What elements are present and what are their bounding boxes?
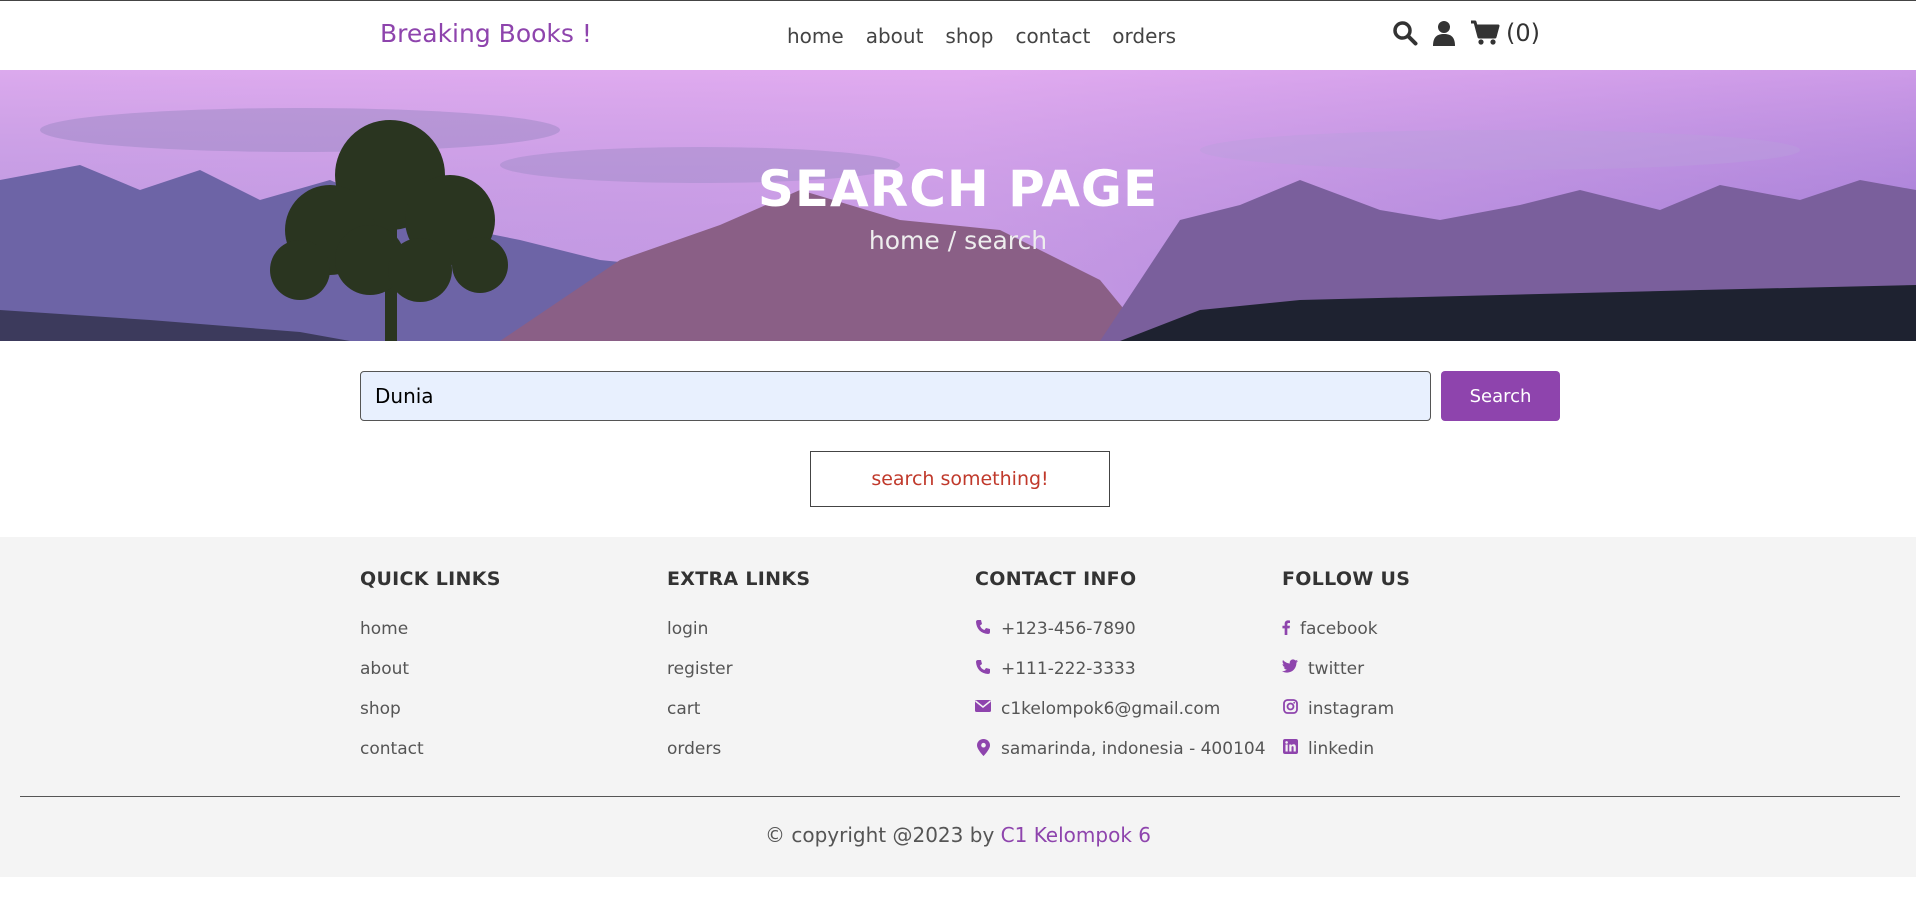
search-icon[interactable] (1392, 20, 1418, 46)
contact-email[interactable]: c1kelompok6@gmail.com (975, 699, 1266, 739)
search-input[interactable] (360, 371, 1431, 421)
linkedin-icon (1282, 739, 1298, 754)
footer-heading: FOLLOW US (1282, 568, 1411, 590)
social-twitter-label: twitter (1308, 659, 1365, 679)
breadcrumb: home / search (868, 226, 1048, 255)
nav-about[interactable]: about (866, 24, 924, 48)
contact-address: samarinda, indonesia - 400104 (975, 739, 1266, 779)
map-marker-icon (975, 739, 991, 756)
empty-message: search something! (810, 451, 1110, 507)
contact-phone-1[interactable]: +123-456-7890 (975, 619, 1266, 659)
contact-phone-1-text: +123-456-7890 (1001, 619, 1136, 639)
footer-quick-links: QUICK LINKS home about shop contact (360, 568, 501, 779)
copyright: © copyright @2023 by C1 Kelompok 6 (0, 823, 1916, 847)
footer-contact-info: CONTACT INFO +123-456-7890 +111-222-3333… (975, 568, 1266, 779)
instagram-icon (1282, 699, 1298, 714)
footer-link-about[interactable]: about (360, 659, 501, 699)
twitter-icon (1282, 659, 1298, 673)
nav-shop[interactable]: shop (945, 24, 993, 48)
search-button[interactable]: Search (1441, 371, 1560, 421)
hero-banner: SEARCH PAGE home / search (0, 70, 1916, 341)
nav-home[interactable]: home (787, 24, 844, 48)
main-nav: home about shop contact orders (787, 24, 1176, 48)
cart-count[interactable]: (0) (1506, 19, 1540, 47)
social-linkedin-label: linkedin (1308, 739, 1375, 759)
social-linkedin[interactable]: linkedin (1282, 739, 1410, 779)
page-title: SEARCH PAGE (757, 160, 1159, 218)
contact-address-text: samarinda, indonesia - 400104 (1001, 739, 1266, 759)
footer-link-shop[interactable]: shop (360, 699, 501, 739)
copyright-text: © copyright @2023 by (765, 823, 995, 847)
footer-link-login[interactable]: login (667, 619, 810, 659)
contact-phone-2[interactable]: +111-222-3333 (975, 659, 1266, 699)
envelope-icon (975, 699, 991, 713)
footer-heading: CONTACT INFO (975, 568, 1137, 590)
user-icon[interactable] (1432, 20, 1456, 46)
facebook-icon (1282, 619, 1290, 636)
copyright-author[interactable]: C1 Kelompok 6 (1001, 823, 1151, 847)
social-instagram[interactable]: instagram (1282, 699, 1410, 739)
phone-icon (975, 619, 991, 635)
search-form: Search (360, 371, 1560, 421)
cart-icon[interactable] (1470, 20, 1500, 46)
footer-heading: QUICK LINKS (360, 568, 501, 590)
phone-icon (975, 659, 991, 675)
footer: QUICK LINKS home about shop contact EXTR… (0, 537, 1916, 877)
footer-divider (20, 796, 1900, 797)
footer-link-orders[interactable]: orders (667, 739, 810, 779)
footer-link-contact[interactable]: contact (360, 739, 501, 779)
social-facebook[interactable]: facebook (1282, 619, 1410, 659)
social-twitter[interactable]: twitter (1282, 659, 1410, 699)
footer-link-register[interactable]: register (667, 659, 810, 699)
logo[interactable]: Breaking Books ! (380, 19, 592, 48)
footer-link-cart[interactable]: cart (667, 699, 810, 739)
nav-contact[interactable]: contact (1015, 24, 1090, 48)
footer-follow-us: FOLLOW US facebook twitter instagram lin… (1282, 568, 1410, 779)
nav-orders[interactable]: orders (1112, 24, 1176, 48)
footer-extra-links: EXTRA LINKS login register cart orders (667, 568, 810, 779)
footer-link-home[interactable]: home (360, 619, 501, 659)
social-instagram-label: instagram (1308, 699, 1395, 719)
contact-phone-2-text: +111-222-3333 (1001, 659, 1136, 679)
header: Breaking Books ! home about shop contact… (0, 1, 1916, 70)
footer-heading: EXTRA LINKS (667, 568, 811, 590)
header-icons: (0) (1392, 19, 1540, 47)
contact-email-text: c1kelompok6@gmail.com (1001, 699, 1221, 719)
social-facebook-label: facebook (1300, 619, 1378, 639)
